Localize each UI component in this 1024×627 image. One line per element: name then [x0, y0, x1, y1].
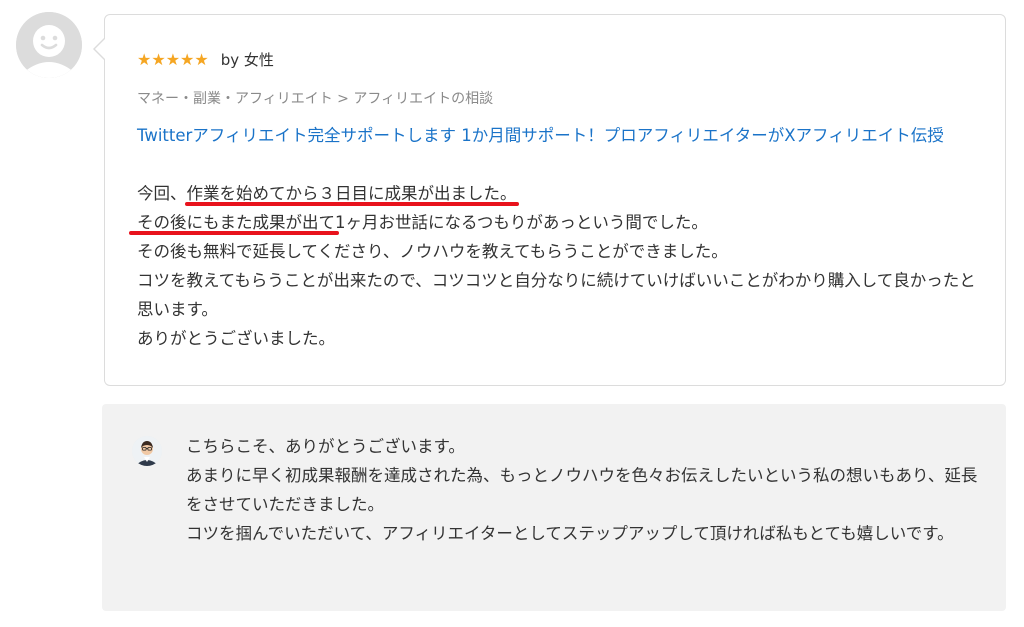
seller-avatar-icon [132, 436, 162, 466]
reply-text: こちらこそ、ありがとうございます。 あまりに早く初成果報酬を達成された為、もっと… [186, 432, 986, 548]
reply-line: あまりに早く初成果報酬を達成された為、もっとノウハウを色々お伝えしたいという私の… [186, 466, 978, 514]
review-line: その後にもまた成果が出て1ヶ月お世話になるつもりがあっという間でした。 [137, 213, 708, 232]
reviewer-avatar [16, 12, 82, 78]
reply-line: コツを掴んでいただいて、アフィリエイターとしてステップアップして頂ければ私もとて… [186, 524, 954, 543]
default-user-avatar-icon [16, 12, 82, 78]
review-line: その後も無料で延長してくださり、ノウハウを教えてもらうことができました。 [137, 242, 728, 261]
review-card: ★★★★★ by 女性 マネー・副業・アフィリエイト > アフィリエイトの相談 … [93, 14, 1006, 386]
rating-row: ★★★★★ by 女性 [137, 49, 274, 70]
service-title-link[interactable]: Twitterアフィリエイト完全サポートします 1か月間サポート！プロアフィリエ… [137, 121, 977, 150]
review-line: ありがとうございました。 [137, 329, 335, 348]
reviewer-label: by 女性 [220, 51, 274, 69]
review-line: 今回、作業を始めてから３日目に成果が出ました。 [137, 184, 517, 203]
seller-reply: こちらこそ、ありがとうございます。 あまりに早く初成果報酬を達成された為、もっと… [102, 404, 1006, 611]
star-rating: ★★★★★ [137, 50, 209, 69]
seller-avatar [132, 436, 162, 466]
red-underline-highlight: その後にもまた成果が出て [137, 213, 335, 232]
review-text: 今回、作業を始めてから３日目に成果が出ました。 その後にもまた成果が出て1ヶ月お… [137, 179, 982, 353]
red-underline-highlight: 作業を始めてから３日目に成果が出ました。 [186, 184, 517, 203]
reply-line: こちらこそ、ありがとうございます。 [186, 437, 465, 456]
category-breadcrumb: マネー・副業・アフィリエイト > アフィリエイトの相談 [137, 91, 494, 107]
review-line: コツを教えてもらうことが出来たので、コツコツと自分なりに続けていけばいいことがわ… [137, 271, 976, 319]
